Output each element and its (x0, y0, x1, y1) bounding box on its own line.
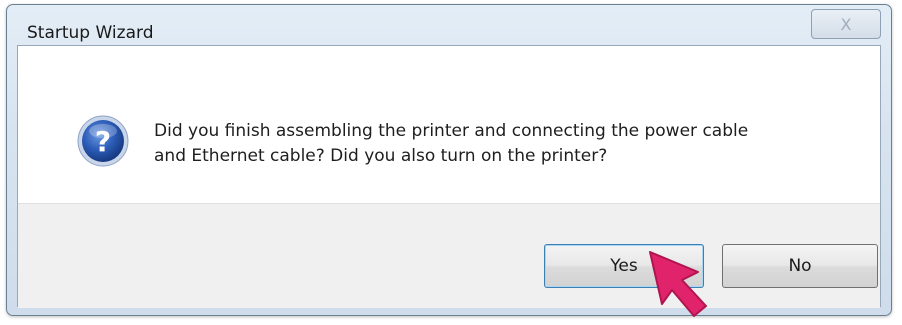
message-line-2: and Ethernet cable? Did you also turn on… (154, 146, 608, 166)
close-button[interactable]: X (811, 9, 881, 39)
close-icon: X (840, 14, 852, 34)
question-glyph: ? (95, 125, 111, 158)
dialog-content: ? Did you finish assembling the printer … (17, 45, 881, 308)
no-button[interactable]: No (722, 244, 878, 288)
message-text: Did you finish assembling the printer an… (154, 119, 854, 169)
message-area: ? Did you finish assembling the printer … (18, 46, 880, 203)
message-line-1: Did you finish assembling the printer an… (154, 121, 749, 141)
button-area: Yes No (18, 203, 880, 308)
question-icon: ? (77, 115, 129, 167)
window-title: Startup Wizard (27, 23, 154, 43)
startup-wizard-dialog: Startup Wizard X ? Did you finish assemb… (6, 4, 892, 316)
yes-button[interactable]: Yes (544, 244, 704, 288)
